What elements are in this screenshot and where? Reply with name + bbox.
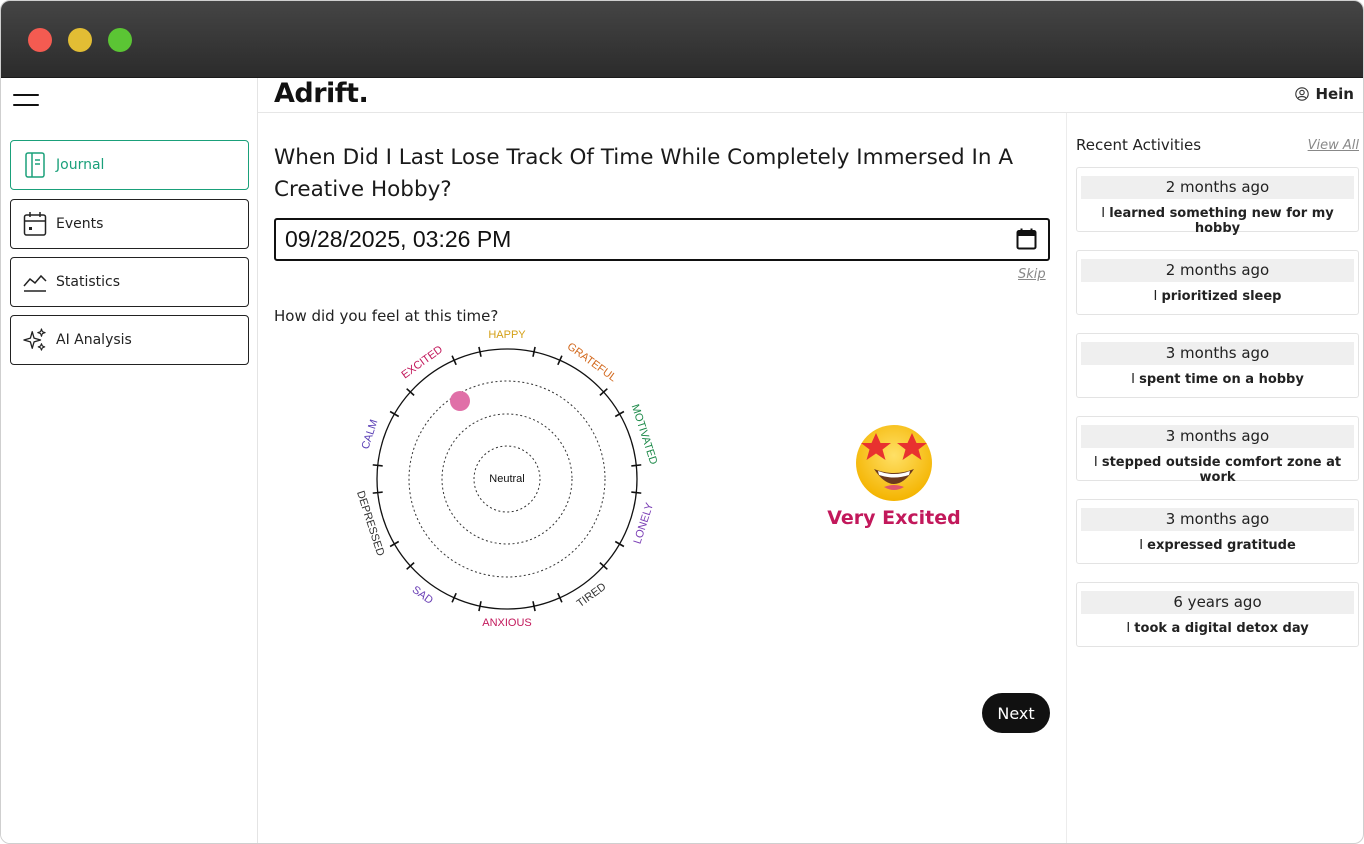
activity-text: I learned something new for my hobby: [1101, 206, 1334, 236]
activity-item[interactable]: 3 months ago I spent time on a hobby: [1076, 333, 1359, 398]
menu-icon[interactable]: [13, 91, 39, 109]
wheel-tick: [478, 601, 482, 612]
recent-activities-panel: Recent Activities View All 2 months ago …: [1066, 113, 1363, 843]
user-circle-icon: [1295, 87, 1310, 101]
mood-label-anxious[interactable]: ANXIOUS: [482, 617, 532, 627]
recent-activities-title: Recent Activities: [1076, 136, 1202, 154]
brand-logo[interactable]: Adrift.: [274, 78, 369, 109]
mood-wheel[interactable]: HAPPY GRATEFUL MOTIVATED LONELY TIRED ANXIOUS…: [357, 327, 657, 627]
mood-label-lonely[interactable]: LONELY: [632, 501, 657, 546]
activity-time: 6 years ago: [1081, 591, 1354, 614]
wheel-tick: [372, 464, 383, 467]
wheel-tick: [389, 410, 400, 418]
mood-label-motivated[interactable]: MOTIVATED: [629, 403, 657, 466]
activity-item[interactable]: 3 months ago I expressed gratitude: [1076, 499, 1359, 564]
activity-item[interactable]: 3 months ago I stepped outside comfort z…: [1076, 416, 1359, 485]
wheel-tick: [532, 601, 536, 612]
activity-time: 2 months ago: [1081, 176, 1354, 199]
mood-marker[interactable]: [450, 391, 470, 411]
activity-item[interactable]: 6 years ago I took a digital detox day: [1076, 582, 1359, 647]
activity-text: I spent time on a hobby: [1131, 372, 1304, 387]
datetime-value: 09/28/2025, 03:26 PM: [285, 226, 512, 252]
selected-mood-label: Very Excited: [827, 507, 961, 529]
activity-time: 3 months ago: [1081, 508, 1354, 531]
wheel-tick: [478, 346, 482, 357]
sidebar-item-label: Journal: [56, 157, 105, 173]
skip-link[interactable]: Skip: [1018, 267, 1046, 282]
mood-label-tired[interactable]: TIRED: [575, 581, 609, 610]
wheel-tick: [631, 491, 642, 494]
sidebar-item-ai-analysis[interactable]: AI Analysis: [10, 315, 249, 365]
chart-line-icon: [23, 269, 47, 295]
wheel-tick: [614, 410, 625, 418]
wheel-tick: [389, 540, 400, 548]
journal-question: When Did I Last Lose Track Of Time While…: [274, 145, 1014, 202]
close-window-button[interactable]: [28, 28, 52, 52]
maximize-window-button[interactable]: [108, 28, 132, 52]
sparkles-icon: [23, 327, 47, 353]
journal-icon: [23, 152, 47, 178]
sidebar-item-events[interactable]: Events: [10, 199, 249, 249]
calendar-picker-icon[interactable]: [1016, 228, 1037, 256]
mood-label-grateful[interactable]: GRATEFUL: [565, 341, 619, 385]
mood-label-calm[interactable]: CALM: [360, 418, 381, 451]
activity-time: 3 months ago: [1081, 425, 1354, 448]
wheel-tick: [631, 464, 642, 467]
mood-label-excited[interactable]: EXCITED: [399, 344, 445, 382]
calendar-icon: [23, 211, 47, 237]
activity-time: 3 months ago: [1081, 342, 1354, 365]
activity-text: I stepped outside comfort zone at work: [1093, 455, 1342, 485]
activity-time: 2 months ago: [1081, 259, 1354, 282]
next-button[interactable]: Next: [982, 693, 1050, 733]
window-titlebar: [1, 1, 1363, 78]
sidebar-item-label: Statistics: [56, 274, 120, 290]
datetime-input[interactable]: 09/28/2025, 03:26 PM: [274, 218, 1050, 261]
mood-label-depressed[interactable]: DEPRESSED: [357, 489, 386, 557]
activity-item[interactable]: 2 months ago I learned something new for…: [1076, 167, 1359, 236]
feel-question: How did you feel at this time?: [274, 307, 499, 325]
sidebar-item-journal[interactable]: Journal: [10, 140, 249, 190]
star-struck-emoji-icon: [856, 425, 932, 501]
view-all-link[interactable]: View All: [1308, 138, 1359, 153]
user-menu[interactable]: Hein: [1295, 85, 1354, 103]
mood-label-happy[interactable]: HAPPY: [488, 329, 526, 341]
app-window: Journal Events Statistics AI Analysis Ad…: [0, 0, 1364, 844]
wheel-tick: [532, 346, 536, 357]
minimize-window-button[interactable]: [68, 28, 92, 52]
sidebar: Journal Events Statistics AI Analysis: [1, 78, 258, 843]
activity-text: I prioritized sleep: [1153, 289, 1282, 304]
top-header: Adrift. Hein: [258, 78, 1363, 113]
sidebar-item-label: Events: [56, 216, 104, 232]
sidebar-item-label: AI Analysis: [56, 332, 132, 348]
activity-text: I took a digital detox day: [1126, 621, 1309, 636]
sidebar-item-statistics[interactable]: Statistics: [10, 257, 249, 307]
mood-label-sad[interactable]: SAD: [410, 584, 435, 607]
wheel-tick: [614, 540, 625, 548]
activity-text: I expressed gratitude: [1139, 538, 1296, 553]
activity-item[interactable]: 2 months ago I prioritized sleep: [1076, 250, 1359, 315]
wheel-center-label: Neutral: [489, 473, 524, 485]
user-name: Hein: [1315, 85, 1354, 103]
wheel-tick: [372, 491, 383, 494]
